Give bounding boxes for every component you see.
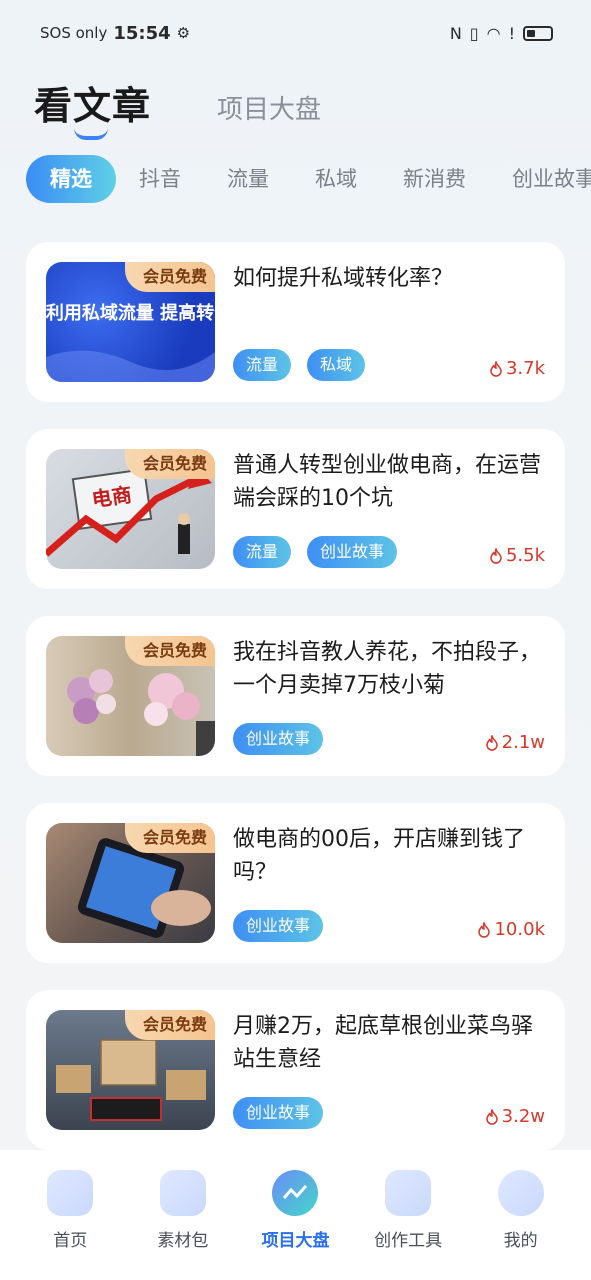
carrier-text: SOS only (40, 24, 108, 42)
article-tags: 创业故事 (233, 1097, 324, 1129)
article-tags: 创业故事 (233, 910, 324, 942)
article-card[interactable]: 会员免费 我在抖音教人养花，不拍段子，一个月卖掉7万枝小菊 创业故事 2.1w (26, 616, 565, 776)
article-thumbnail: 会员免费 (46, 1010, 215, 1130)
nav-label: 项目大盘 (261, 1231, 330, 1251)
article-thumbnail: 会员免费 (46, 823, 215, 943)
title-underline-decoration (74, 128, 108, 140)
clock: 15:54 (113, 22, 171, 44)
settings-gear-icon: ⚙ (176, 24, 191, 42)
nav-materials[interactable]: 素材包 (133, 1170, 233, 1280)
tab-featured[interactable]: 精选 (26, 155, 116, 203)
nav-creation-tools[interactable]: 创作工具 (358, 1170, 458, 1280)
chart-icon (272, 1170, 319, 1216)
category-tabs: 精选 抖音 流量 私域 新消费 创业故事 (26, 155, 591, 203)
member-free-badge: 会员免费 (124, 636, 215, 666)
article-title: 普通人转型创业做电商，在运营端会踩的10个坑 (233, 453, 542, 511)
member-free-badge: 会员免费 (124, 262, 215, 292)
tab-startup-stories[interactable]: 创业故事 (489, 155, 591, 203)
article-thumbnail: 如何利用私域流量 提高转化？ 会员免费 (46, 262, 215, 382)
flame-icon (485, 734, 498, 751)
tag-chip[interactable]: 创业故事 (233, 723, 324, 755)
tab-private-domain[interactable]: 私域 (292, 155, 380, 203)
nav-profile[interactable]: 我的 (471, 1170, 571, 1280)
thumbnail-caption: 如何利用私域流量 提高转化？ (46, 302, 215, 324)
view-count: 10.0k (477, 919, 545, 940)
wifi-icon: ◠ (486, 23, 501, 43)
flame-icon (490, 360, 502, 377)
toolbox-icon (385, 1170, 432, 1216)
folder-icon (159, 1170, 206, 1216)
flame-icon (490, 547, 502, 564)
home-icon (47, 1170, 94, 1216)
tab-traffic[interactable]: 流量 (204, 155, 292, 203)
status-bar: SOS only 15:54 ⚙ N ▯ ◠ ! (0, 0, 591, 66)
tab-new-consumption[interactable]: 新消费 (380, 155, 489, 203)
article-title: 月赚2万，起底草根创业菜鸟驿站生意经 (233, 1014, 533, 1072)
nav-label: 我的 (503, 1231, 538, 1251)
nfc-icon: N (449, 23, 462, 43)
article-tags: 流量 创业故事 (233, 536, 398, 568)
member-free-badge: 会员免费 (124, 1010, 215, 1040)
article-thumbnail: 会员免费 (46, 636, 215, 756)
nav-label: 创作工具 (374, 1231, 443, 1251)
tag-chip[interactable]: 私域 (307, 349, 366, 381)
tag-chip[interactable]: 流量 (233, 349, 292, 381)
article-card[interactable]: 会员免费 做电商的00后，开店赚到钱了吗？ 创业故事 10.0k (26, 803, 565, 963)
profile-icon (497, 1170, 544, 1216)
tab-douyin[interactable]: 抖音 (116, 155, 204, 203)
view-count: 2.1w (485, 732, 545, 753)
view-count: 3.7k (489, 358, 545, 379)
flame-icon (478, 921, 491, 938)
nav-label: 素材包 (157, 1231, 209, 1251)
article-tags: 流量 私域 (233, 349, 366, 381)
header: 看文章 项目大盘 (34, 70, 321, 140)
nav-home[interactable]: 首页 (20, 1170, 120, 1280)
tag-chip[interactable]: 创业故事 (233, 1097, 324, 1129)
article-card[interactable]: 如何利用私域流量 提高转化？ 会员免费 如何提升私域转化率？ 流量 私域 3.7… (26, 242, 565, 402)
article-title: 做电商的00后，开店赚到钱了吗？ (233, 827, 525, 885)
page-title: 看文章 (34, 75, 151, 140)
article-card[interactable]: 会员免费 月赚2万，起底草根创业菜鸟驿站生意经 创业故事 3.2w (26, 990, 565, 1150)
flame-icon (485, 1108, 498, 1125)
header-tab-project-overview[interactable]: 项目大盘 (217, 89, 321, 130)
article-card[interactable]: 电商 会员免费 普通人转型创业做电商，在运营端会踩的10个坑 流量 创业故事 5… (26, 429, 565, 589)
vibrate-icon: ▯ (469, 23, 479, 43)
nav-label: 首页 (53, 1231, 88, 1251)
tag-chip[interactable]: 创业故事 (233, 910, 324, 942)
member-free-badge: 会员免费 (124, 823, 215, 853)
article-list: 如何利用私域流量 提高转化？ 会员免费 如何提升私域转化率？ 流量 私域 3.7… (26, 242, 565, 1177)
article-thumbnail: 电商 会员免费 (46, 449, 215, 569)
tag-chip[interactable]: 创业故事 (307, 536, 398, 568)
view-count: 5.5k (489, 545, 545, 566)
article-title: 我在抖音教人养花，不拍段子，一个月卖掉7万枝小菊 (233, 640, 542, 698)
view-count: 3.2w (485, 1106, 545, 1127)
tag-chip[interactable]: 流量 (233, 536, 292, 568)
alert-icon: ! (508, 23, 515, 43)
article-tags: 创业故事 (233, 723, 324, 755)
article-title: 如何提升私域转化率？ (233, 266, 454, 291)
bottom-navigation: 首页 素材包 项目大盘 创作工具 我的 (0, 1150, 591, 1280)
battery-icon (523, 25, 553, 41)
member-free-badge: 会员免费 (124, 449, 215, 479)
nav-project-overview[interactable]: 项目大盘 (245, 1170, 345, 1280)
